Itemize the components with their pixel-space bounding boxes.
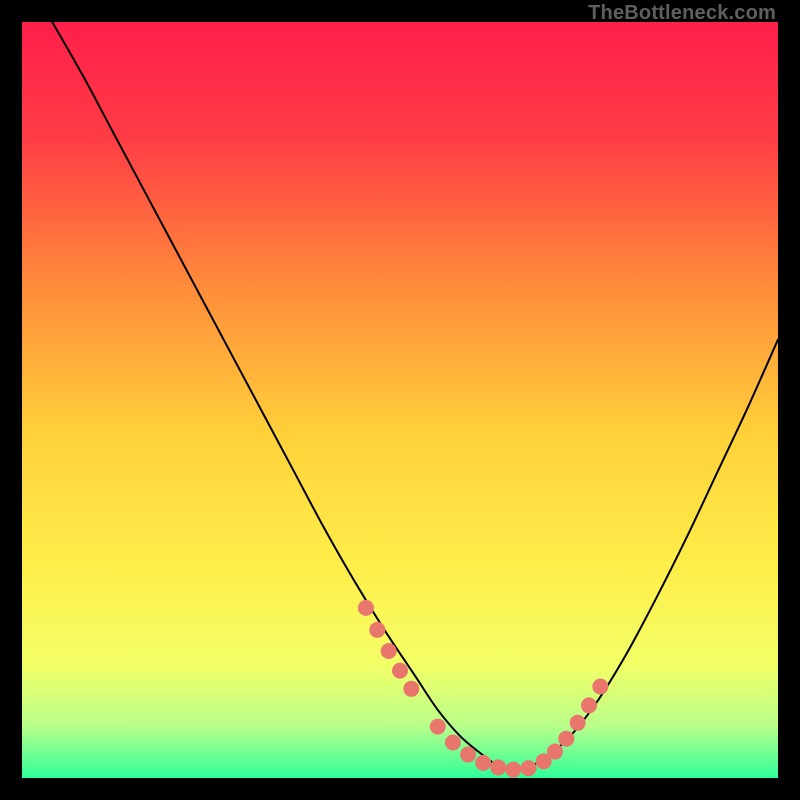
highlight-dot — [381, 643, 397, 659]
highlight-dot — [490, 759, 506, 775]
highlight-dot — [570, 715, 586, 731]
bottleneck-chart — [22, 22, 778, 778]
watermark-text: TheBottleneck.com — [588, 2, 776, 25]
highlight-dot — [369, 622, 385, 638]
highlight-dot — [403, 681, 419, 697]
highlight-dot — [460, 747, 476, 763]
highlight-dot — [392, 663, 408, 679]
highlight-dot — [430, 719, 446, 735]
highlight-dot — [475, 755, 491, 771]
chart-frame — [22, 22, 778, 778]
highlight-dot — [445, 734, 461, 750]
highlight-dot — [547, 744, 563, 760]
highlight-dot — [358, 600, 374, 616]
highlight-dot — [592, 679, 608, 695]
highlight-dot — [581, 697, 597, 713]
highlight-dot — [558, 731, 574, 747]
highlight-dot — [521, 760, 537, 776]
highlight-dot — [505, 762, 521, 778]
